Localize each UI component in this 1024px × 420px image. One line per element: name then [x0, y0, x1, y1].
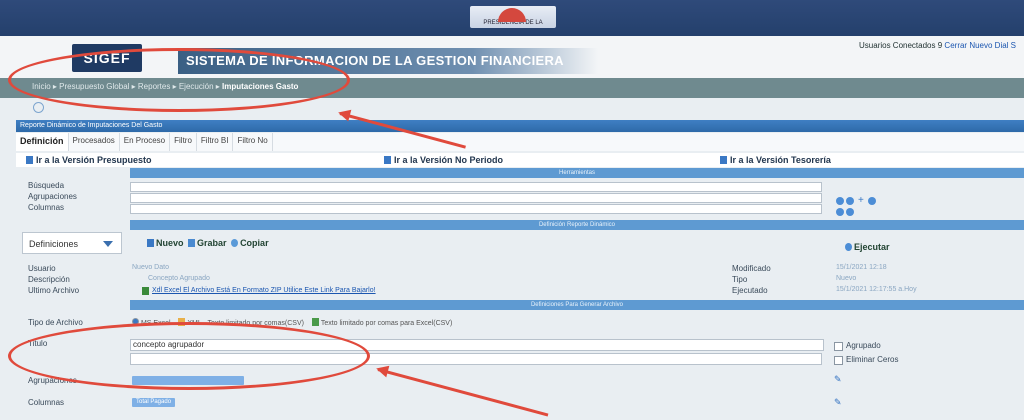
columnas-chip[interactable]: Total Pagado [132, 398, 176, 407]
definicion-header: Definición Reporte Dinámico [130, 220, 1024, 230]
usuario-value: Nuevo Dato [132, 264, 169, 271]
run-icon [845, 243, 852, 251]
tipo-archivo-label: Tipo de Archivo [28, 318, 83, 327]
add-circle-icon[interactable] [836, 197, 844, 205]
tab-filtro-bi[interactable]: Filtro BI [197, 133, 234, 151]
herramientas-header: Herramientas [130, 168, 1024, 178]
excel-icon [142, 287, 149, 295]
busqueda-label: Búsqueda [28, 181, 65, 190]
edit-agrupaciones-icon[interactable]: ✎ [834, 374, 842, 385]
eliminar-ceros-checkbox[interactable] [834, 356, 843, 365]
copiar-button[interactable]: Copiar [240, 238, 269, 248]
annotation-arrow-bottom [377, 368, 549, 417]
version-no-periodo-link[interactable]: Ir a la Versión No Periodo [384, 155, 503, 165]
save-icon [188, 239, 196, 247]
opt-csv-excel[interactable]: Texto limitado por comas para Excel(CSV) [321, 320, 453, 327]
agrupado-label: Agrupado [846, 341, 881, 350]
nuevo-button[interactable]: Nuevo [156, 238, 184, 248]
users-connected: Usuarios Conectados 9 Cerrar Nuevo Dial … [859, 41, 1016, 50]
csv-excel-icon [311, 318, 319, 326]
tab-bar: Definición Procesados En Proceso Filtro … [16, 133, 1024, 151]
up-circle-icon[interactable] [836, 208, 844, 216]
ejecutado-label: Ejecutado [732, 286, 768, 295]
down-circle-icon[interactable] [846, 208, 854, 216]
grabar-button[interactable]: Grabar [197, 238, 227, 248]
annotation-oval-titulo [8, 322, 370, 390]
tipo-value: Nuevo [836, 275, 857, 282]
refresh-icon[interactable] [33, 102, 44, 113]
action-toolbar: Nuevo Grabar Copiar [145, 238, 269, 248]
remove-circle-icon[interactable] [846, 197, 854, 205]
tab-filtro-no[interactable]: Filtro No [233, 133, 273, 151]
version-tesoreria-link[interactable]: Ir a la Versión Tesorería [720, 155, 831, 165]
tab-procesados[interactable]: Procesados [69, 133, 120, 151]
download-link[interactable]: Xdl Excel El Archivo Está En Formato ZIP… [152, 287, 376, 294]
tab-definicion[interactable]: Definición [16, 133, 69, 151]
move-circle-icon[interactable] [868, 197, 876, 205]
agrupaciones-tool-input[interactable] [130, 193, 822, 203]
panel-title: Reporte Dinámico de Imputaciones Del Gas… [16, 120, 1024, 132]
session-links[interactable]: Cerrar Nuevo Dial S [944, 41, 1016, 50]
chevron-down-icon [103, 241, 113, 247]
edit-columnas-icon[interactable]: ✎ [834, 397, 842, 408]
ejecutar-button[interactable]: Ejecutar [843, 242, 890, 252]
users-label: Usuarios Conectados [859, 41, 936, 50]
agrupaciones-tool-label: Agrupaciones [28, 192, 77, 201]
new-icon [147, 239, 154, 247]
copy-icon [231, 239, 239, 247]
modificado-value: 15/1/2021 12:18 [836, 264, 887, 271]
flag-icon [720, 156, 727, 164]
descripcion-value: Concepto Agrupado [148, 275, 210, 282]
columnas-tool-label: Columnas [28, 203, 65, 212]
tipo-label: Tipo [732, 275, 748, 284]
version-presupuesto-link[interactable]: Ir a la Versión Presupuesto [26, 155, 152, 165]
modificado-label: Modificado [732, 264, 771, 273]
busqueda-input[interactable] [130, 182, 822, 192]
users-count: 9 [937, 41, 943, 50]
flag-icon [384, 156, 391, 164]
tab-filtro[interactable]: Filtro [170, 133, 197, 151]
eliminar-ceros-label: Eliminar Ceros [846, 355, 899, 364]
flag-icon [26, 156, 33, 164]
definiciones-select[interactable]: Definiciones [22, 232, 122, 254]
columnas-tool-input[interactable] [130, 204, 822, 214]
generar-header: Definiciones Para Generar Archivo [130, 300, 1024, 310]
annotation-oval-breadcrumb [8, 48, 350, 112]
government-seal: PRESIDENCIA DE LA REPUBLICA [470, 6, 556, 60]
version-links-row: Ir a la Versión Presupuesto Ir a la Vers… [16, 153, 1024, 167]
agrupado-checkbox[interactable] [834, 342, 843, 351]
ejecutado-value: 15/1/2021 12:17:55 a.Hoy [836, 286, 917, 293]
tab-en-proceso[interactable]: En Proceso [120, 133, 171, 151]
ultimo-archivo-label: Ultimo Archivo [28, 286, 80, 295]
plus-icon[interactable]: + [858, 195, 864, 206]
columnas-label: Columnas [28, 398, 65, 407]
usuario-label: Usuario [28, 264, 56, 273]
descripcion-label: Descripción [28, 275, 70, 284]
